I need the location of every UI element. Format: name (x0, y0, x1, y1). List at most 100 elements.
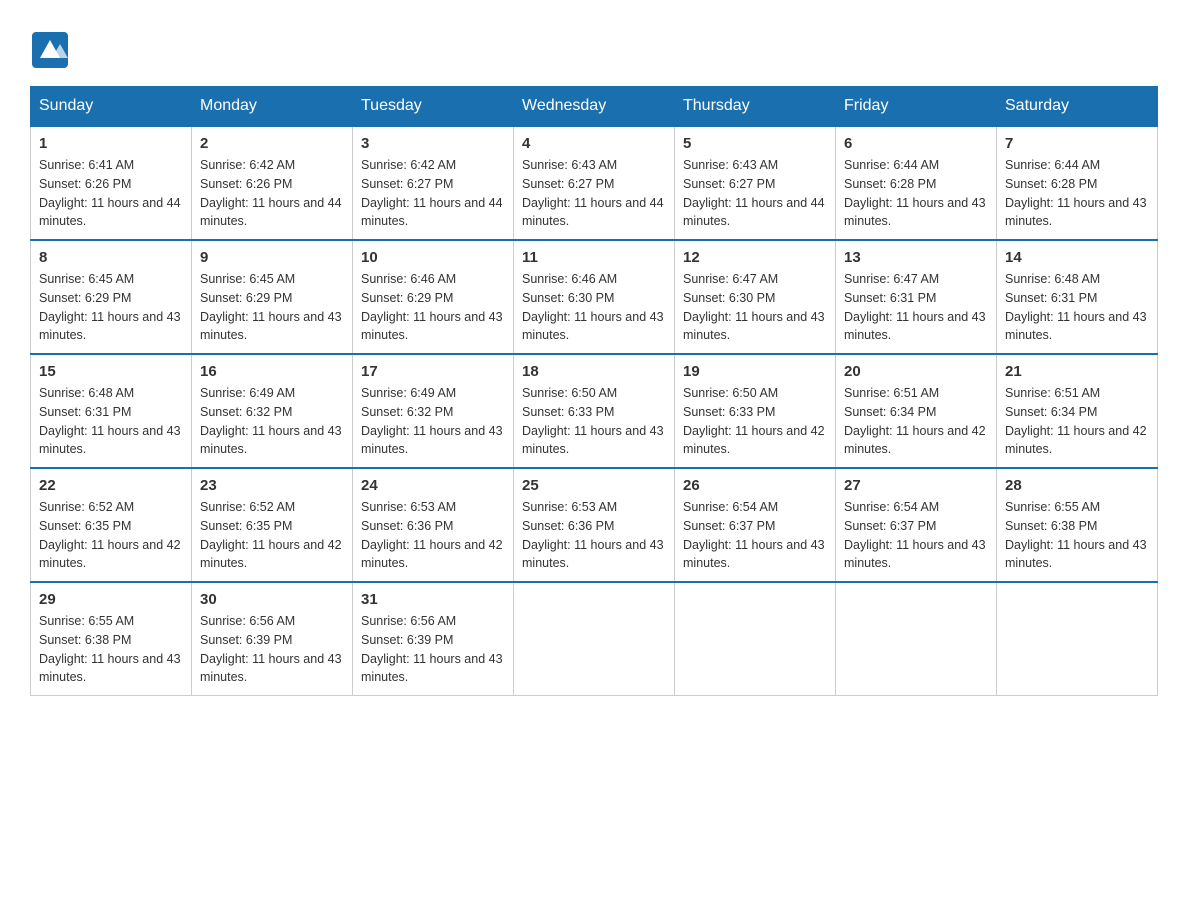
calendar-week-row: 29 Sunrise: 6:55 AM Sunset: 6:38 PM Dayl… (31, 582, 1158, 696)
calendar-day-cell: 8 Sunrise: 6:45 AM Sunset: 6:29 PM Dayli… (31, 240, 192, 354)
day-info: Sunrise: 6:50 AM Sunset: 6:33 PM Dayligh… (522, 384, 666, 459)
calendar-day-cell: 10 Sunrise: 6:46 AM Sunset: 6:29 PM Dayl… (353, 240, 514, 354)
day-number: 22 (39, 477, 183, 494)
day-number: 27 (844, 477, 988, 494)
day-number: 31 (361, 591, 505, 608)
day-number: 2 (200, 135, 344, 152)
day-number: 28 (1005, 477, 1149, 494)
calendar-day-cell: 20 Sunrise: 6:51 AM Sunset: 6:34 PM Dayl… (836, 354, 997, 468)
day-of-week-header: Thursday (675, 87, 836, 127)
day-number: 18 (522, 363, 666, 380)
day-number: 19 (683, 363, 827, 380)
day-info: Sunrise: 6:47 AM Sunset: 6:31 PM Dayligh… (844, 270, 988, 345)
day-info: Sunrise: 6:56 AM Sunset: 6:39 PM Dayligh… (200, 612, 344, 687)
calendar-day-cell: 28 Sunrise: 6:55 AM Sunset: 6:38 PM Dayl… (997, 468, 1158, 582)
day-number: 29 (39, 591, 183, 608)
calendar-day-cell: 17 Sunrise: 6:49 AM Sunset: 6:32 PM Dayl… (353, 354, 514, 468)
day-number: 10 (361, 249, 505, 266)
day-number: 6 (844, 135, 988, 152)
day-number: 5 (683, 135, 827, 152)
day-number: 21 (1005, 363, 1149, 380)
calendar-day-cell: 29 Sunrise: 6:55 AM Sunset: 6:38 PM Dayl… (31, 582, 192, 696)
calendar-day-cell: 7 Sunrise: 6:44 AM Sunset: 6:28 PM Dayli… (997, 126, 1158, 240)
calendar-day-cell: 14 Sunrise: 6:48 AM Sunset: 6:31 PM Dayl… (997, 240, 1158, 354)
calendar-table: SundayMondayTuesdayWednesdayThursdayFrid… (30, 86, 1158, 696)
day-info: Sunrise: 6:51 AM Sunset: 6:34 PM Dayligh… (1005, 384, 1149, 459)
calendar-day-cell: 26 Sunrise: 6:54 AM Sunset: 6:37 PM Dayl… (675, 468, 836, 582)
calendar-day-cell (675, 582, 836, 696)
calendar-day-cell: 23 Sunrise: 6:52 AM Sunset: 6:35 PM Dayl… (192, 468, 353, 582)
calendar-day-cell: 21 Sunrise: 6:51 AM Sunset: 6:34 PM Dayl… (997, 354, 1158, 468)
day-number: 8 (39, 249, 183, 266)
calendar-day-cell (514, 582, 675, 696)
calendar-day-cell: 15 Sunrise: 6:48 AM Sunset: 6:31 PM Dayl… (31, 354, 192, 468)
day-number: 3 (361, 135, 505, 152)
day-info: Sunrise: 6:45 AM Sunset: 6:29 PM Dayligh… (200, 270, 344, 345)
calendar-day-cell: 27 Sunrise: 6:54 AM Sunset: 6:37 PM Dayl… (836, 468, 997, 582)
calendar-day-cell (836, 582, 997, 696)
day-number: 7 (1005, 135, 1149, 152)
calendar-day-cell: 24 Sunrise: 6:53 AM Sunset: 6:36 PM Dayl… (353, 468, 514, 582)
calendar-day-cell: 2 Sunrise: 6:42 AM Sunset: 6:26 PM Dayli… (192, 126, 353, 240)
day-info: Sunrise: 6:54 AM Sunset: 6:37 PM Dayligh… (844, 498, 988, 573)
calendar-day-cell: 12 Sunrise: 6:47 AM Sunset: 6:30 PM Dayl… (675, 240, 836, 354)
calendar-day-cell: 9 Sunrise: 6:45 AM Sunset: 6:29 PM Dayli… (192, 240, 353, 354)
day-info: Sunrise: 6:48 AM Sunset: 6:31 PM Dayligh… (1005, 270, 1149, 345)
day-number: 11 (522, 249, 666, 266)
calendar-week-row: 1 Sunrise: 6:41 AM Sunset: 6:26 PM Dayli… (31, 126, 1158, 240)
day-info: Sunrise: 6:50 AM Sunset: 6:33 PM Dayligh… (683, 384, 827, 459)
calendar-day-cell: 31 Sunrise: 6:56 AM Sunset: 6:39 PM Dayl… (353, 582, 514, 696)
day-of-week-header: Sunday (31, 87, 192, 127)
day-info: Sunrise: 6:46 AM Sunset: 6:29 PM Dayligh… (361, 270, 505, 345)
calendar-day-cell: 19 Sunrise: 6:50 AM Sunset: 6:33 PM Dayl… (675, 354, 836, 468)
day-of-week-header: Saturday (997, 87, 1158, 127)
day-number: 20 (844, 363, 988, 380)
page-header (30, 30, 1158, 66)
day-info: Sunrise: 6:43 AM Sunset: 6:27 PM Dayligh… (683, 156, 827, 231)
calendar-day-cell: 3 Sunrise: 6:42 AM Sunset: 6:27 PM Dayli… (353, 126, 514, 240)
day-of-week-header: Tuesday (353, 87, 514, 127)
day-of-week-header: Wednesday (514, 87, 675, 127)
day-info: Sunrise: 6:45 AM Sunset: 6:29 PM Dayligh… (39, 270, 183, 345)
calendar-day-cell: 1 Sunrise: 6:41 AM Sunset: 6:26 PM Dayli… (31, 126, 192, 240)
calendar-day-cell: 6 Sunrise: 6:44 AM Sunset: 6:28 PM Dayli… (836, 126, 997, 240)
day-info: Sunrise: 6:51 AM Sunset: 6:34 PM Dayligh… (844, 384, 988, 459)
day-number: 1 (39, 135, 183, 152)
logo-icon (30, 30, 66, 66)
calendar-day-cell: 16 Sunrise: 6:49 AM Sunset: 6:32 PM Dayl… (192, 354, 353, 468)
day-info: Sunrise: 6:56 AM Sunset: 6:39 PM Dayligh… (361, 612, 505, 687)
day-of-week-header: Monday (192, 87, 353, 127)
calendar-day-cell: 18 Sunrise: 6:50 AM Sunset: 6:33 PM Dayl… (514, 354, 675, 468)
day-info: Sunrise: 6:53 AM Sunset: 6:36 PM Dayligh… (522, 498, 666, 573)
day-info: Sunrise: 6:48 AM Sunset: 6:31 PM Dayligh… (39, 384, 183, 459)
calendar-week-row: 22 Sunrise: 6:52 AM Sunset: 6:35 PM Dayl… (31, 468, 1158, 582)
day-info: Sunrise: 6:43 AM Sunset: 6:27 PM Dayligh… (522, 156, 666, 231)
calendar-day-cell: 22 Sunrise: 6:52 AM Sunset: 6:35 PM Dayl… (31, 468, 192, 582)
day-info: Sunrise: 6:47 AM Sunset: 6:30 PM Dayligh… (683, 270, 827, 345)
day-info: Sunrise: 6:44 AM Sunset: 6:28 PM Dayligh… (844, 156, 988, 231)
day-info: Sunrise: 6:53 AM Sunset: 6:36 PM Dayligh… (361, 498, 505, 573)
day-number: 26 (683, 477, 827, 494)
calendar-week-row: 15 Sunrise: 6:48 AM Sunset: 6:31 PM Dayl… (31, 354, 1158, 468)
day-info: Sunrise: 6:52 AM Sunset: 6:35 PM Dayligh… (200, 498, 344, 573)
day-number: 13 (844, 249, 988, 266)
day-number: 15 (39, 363, 183, 380)
day-info: Sunrise: 6:49 AM Sunset: 6:32 PM Dayligh… (200, 384, 344, 459)
calendar-day-cell: 30 Sunrise: 6:56 AM Sunset: 6:39 PM Dayl… (192, 582, 353, 696)
day-info: Sunrise: 6:49 AM Sunset: 6:32 PM Dayligh… (361, 384, 505, 459)
day-number: 17 (361, 363, 505, 380)
day-number: 12 (683, 249, 827, 266)
day-number: 14 (1005, 249, 1149, 266)
day-info: Sunrise: 6:42 AM Sunset: 6:26 PM Dayligh… (200, 156, 344, 231)
day-number: 4 (522, 135, 666, 152)
calendar-day-cell: 5 Sunrise: 6:43 AM Sunset: 6:27 PM Dayli… (675, 126, 836, 240)
calendar-week-row: 8 Sunrise: 6:45 AM Sunset: 6:29 PM Dayli… (31, 240, 1158, 354)
day-info: Sunrise: 6:44 AM Sunset: 6:28 PM Dayligh… (1005, 156, 1149, 231)
day-info: Sunrise: 6:55 AM Sunset: 6:38 PM Dayligh… (1005, 498, 1149, 573)
day-info: Sunrise: 6:54 AM Sunset: 6:37 PM Dayligh… (683, 498, 827, 573)
calendar-header-row: SundayMondayTuesdayWednesdayThursdayFrid… (31, 87, 1158, 127)
day-number: 9 (200, 249, 344, 266)
day-number: 24 (361, 477, 505, 494)
day-info: Sunrise: 6:46 AM Sunset: 6:30 PM Dayligh… (522, 270, 666, 345)
day-info: Sunrise: 6:42 AM Sunset: 6:27 PM Dayligh… (361, 156, 505, 231)
